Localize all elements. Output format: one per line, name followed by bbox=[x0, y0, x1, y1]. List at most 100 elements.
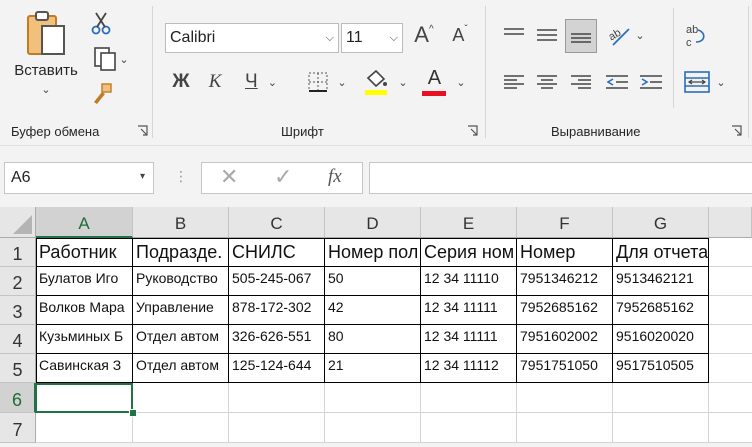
empty-cell[interactable] bbox=[613, 413, 709, 443]
empty-cell[interactable] bbox=[613, 383, 709, 413]
table-cell[interactable]: Кузьминых Б bbox=[36, 325, 133, 354]
column-header[interactable] bbox=[709, 207, 752, 238]
empty-cell[interactable] bbox=[517, 383, 613, 413]
table-cell[interactable]: Волков Мара bbox=[36, 296, 133, 325]
row-header[interactable]: 1 bbox=[0, 238, 36, 267]
empty-cell[interactable] bbox=[133, 413, 229, 443]
table-header-cell[interactable]: Для отчета bbox=[613, 238, 709, 267]
table-cell[interactable]: Руководство bbox=[133, 267, 229, 296]
table-cell[interactable]: Отдел автом bbox=[133, 354, 229, 383]
font-size-select[interactable]: 11 ⌵ bbox=[341, 23, 403, 53]
cut-button[interactable] bbox=[88, 10, 114, 36]
empty-cell[interactable] bbox=[709, 383, 752, 413]
borders-button[interactable]: ⌄ bbox=[300, 68, 354, 96]
italic-button[interactable]: К bbox=[202, 68, 228, 96]
align-left-button[interactable] bbox=[500, 68, 528, 96]
table-header-cell[interactable]: Номер bbox=[517, 238, 613, 267]
table-cell[interactable]: 7952685162 bbox=[613, 296, 709, 325]
table-cell[interactable]: 7951751050 bbox=[517, 354, 613, 383]
row-header[interactable]: 7 bbox=[0, 413, 36, 443]
table-cell[interactable]: 125-124-644 bbox=[229, 354, 325, 383]
align-bottom-button[interactable] bbox=[565, 19, 597, 53]
table-cell[interactable]: 12 34 11110 bbox=[421, 267, 517, 296]
grow-font-button[interactable]: A ^ bbox=[410, 20, 438, 50]
spreadsheet-grid[interactable]: A B C D E F G 1 2 3 4 5 6 7 Работник Подразде. СНИЛС Номе… bbox=[0, 207, 752, 443]
table-cell[interactable]: 326-626-551 bbox=[229, 325, 325, 354]
table-cell[interactable]: Савинская З bbox=[36, 354, 133, 383]
empty-cell[interactable] bbox=[709, 325, 752, 354]
dialog-launcher-icon[interactable] bbox=[467, 125, 478, 136]
formula-input[interactable] bbox=[369, 162, 752, 194]
empty-cell[interactable] bbox=[36, 413, 133, 443]
table-cell[interactable]: 505-245-067 bbox=[229, 267, 325, 296]
row-header[interactable]: 3 bbox=[0, 296, 36, 325]
table-cell[interactable]: 12 34 11111 bbox=[421, 296, 517, 325]
insert-function-icon[interactable]: fx bbox=[328, 166, 342, 188]
column-header[interactable]: F bbox=[517, 207, 613, 238]
table-cell[interactable]: 7952685162 bbox=[517, 296, 613, 325]
column-header[interactable]: B bbox=[133, 207, 229, 238]
align-right-button[interactable] bbox=[567, 68, 595, 96]
table-cell[interactable]: 7951346212 bbox=[517, 267, 613, 296]
table-header-cell[interactable]: Подразде. bbox=[133, 238, 229, 267]
bold-button[interactable]: Ж bbox=[168, 68, 194, 96]
empty-cell[interactable] bbox=[325, 383, 421, 413]
cancel-icon[interactable]: ✕ bbox=[220, 164, 238, 190]
empty-cell[interactable] bbox=[421, 413, 517, 443]
table-header-cell[interactable]: Серия ном bbox=[421, 238, 517, 267]
column-header[interactable]: D bbox=[325, 207, 421, 238]
row-header[interactable]: 4 bbox=[0, 325, 36, 354]
row-header[interactable]: 5 bbox=[0, 354, 36, 383]
table-cell[interactable]: Булатов Иго bbox=[36, 267, 133, 296]
wrap-text-button[interactable]: ab c bbox=[682, 20, 712, 52]
table-cell[interactable]: 9517510505 bbox=[613, 354, 709, 383]
name-box[interactable]: A6 ▾ bbox=[4, 162, 154, 194]
dialog-launcher-icon[interactable] bbox=[731, 125, 742, 136]
empty-cell[interactable] bbox=[709, 296, 752, 325]
enter-icon[interactable]: ✓ bbox=[274, 164, 292, 190]
table-cell[interactable]: 7951602002 bbox=[517, 325, 613, 354]
underline-button[interactable]: Ч ⌄ bbox=[238, 68, 284, 96]
table-cell[interactable]: 12 34 11111 bbox=[421, 325, 517, 354]
increase-indent-button[interactable] bbox=[637, 68, 665, 96]
table-cell[interactable]: 21 bbox=[325, 354, 421, 383]
empty-cell[interactable] bbox=[709, 238, 752, 267]
table-cell[interactable]: 9513462121 bbox=[613, 267, 709, 296]
fill-handle[interactable] bbox=[129, 409, 137, 417]
empty-cell[interactable] bbox=[709, 354, 752, 383]
table-cell[interactable]: 80 bbox=[325, 325, 421, 354]
dialog-launcher-icon[interactable] bbox=[137, 125, 148, 136]
empty-cell[interactable] bbox=[229, 413, 325, 443]
table-header-cell[interactable]: СНИЛС bbox=[229, 238, 325, 267]
empty-cell[interactable] bbox=[325, 413, 421, 443]
table-cell[interactable]: Управление bbox=[133, 296, 229, 325]
table-cell[interactable]: 42 bbox=[325, 296, 421, 325]
table-cell[interactable]: Отдел автом bbox=[133, 325, 229, 354]
align-center-button[interactable] bbox=[533, 68, 561, 96]
fill-color-button[interactable]: ⌄ bbox=[362, 66, 410, 98]
column-header[interactable]: A bbox=[36, 207, 133, 238]
format-painter-button[interactable] bbox=[88, 80, 116, 108]
align-top-button[interactable] bbox=[500, 20, 528, 50]
empty-cell[interactable] bbox=[229, 383, 325, 413]
table-cell[interactable]: 9516020020 bbox=[613, 325, 709, 354]
chevron-down-icon[interactable]: ⌄ bbox=[41, 83, 50, 96]
orientation-button[interactable]: ab ⌄ bbox=[604, 20, 648, 50]
align-middle-button[interactable] bbox=[533, 20, 561, 50]
row-header[interactable]: 6 bbox=[0, 383, 36, 413]
table-cell[interactable]: 50 bbox=[325, 267, 421, 296]
table-header-cell[interactable]: Номер пол bbox=[325, 238, 421, 267]
table-header-cell[interactable]: Работник bbox=[36, 238, 133, 267]
table-cell[interactable]: 878-172-302 bbox=[229, 296, 325, 325]
column-header[interactable]: E bbox=[421, 207, 517, 238]
font-color-button[interactable]: A ⌄ bbox=[420, 66, 468, 98]
shrink-font-button[interactable]: Aˇ bbox=[446, 20, 474, 50]
table-cell[interactable]: 12 34 11112 bbox=[421, 354, 517, 383]
empty-cell[interactable] bbox=[709, 413, 752, 443]
column-header[interactable]: C bbox=[229, 207, 325, 238]
merge-center-button[interactable]: ⌄ bbox=[680, 66, 730, 98]
paste-button[interactable]: Вставить ⌄ bbox=[8, 8, 84, 108]
select-all-button[interactable] bbox=[0, 207, 36, 238]
empty-cell[interactable] bbox=[709, 267, 752, 296]
drag-handle-icon[interactable]: ⋮ bbox=[174, 168, 188, 185]
